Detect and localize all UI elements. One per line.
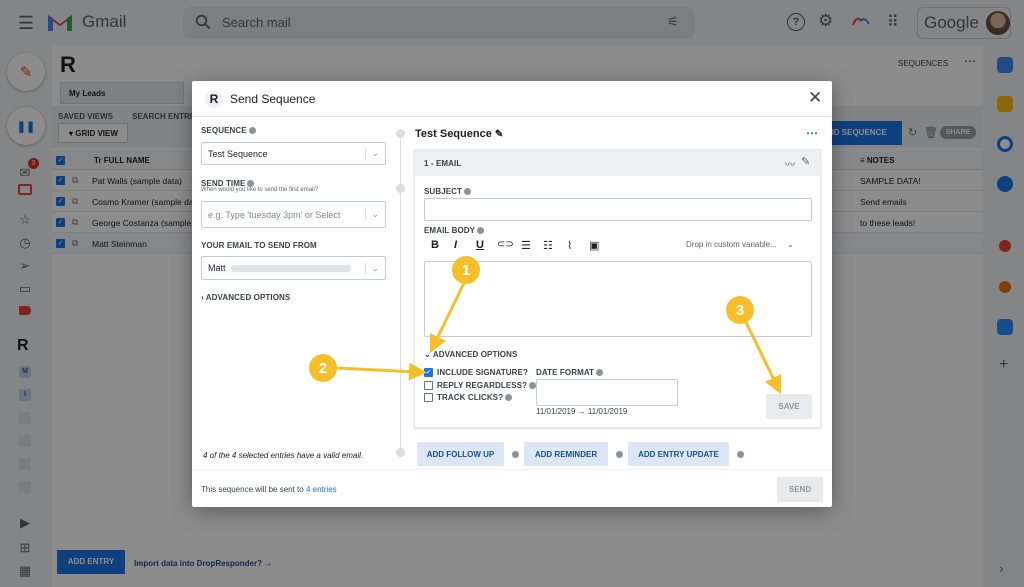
callout-badge-3: 3 <box>726 296 754 324</box>
callout-arrows <box>335 278 782 395</box>
callout-arrow-2 <box>335 362 427 381</box>
callout-arrow-3 <box>743 319 782 395</box>
callout-arrow-1 <box>429 278 468 354</box>
callout-badge-2: 2 <box>309 354 337 382</box>
callout-badge-1: 1 <box>452 256 480 284</box>
